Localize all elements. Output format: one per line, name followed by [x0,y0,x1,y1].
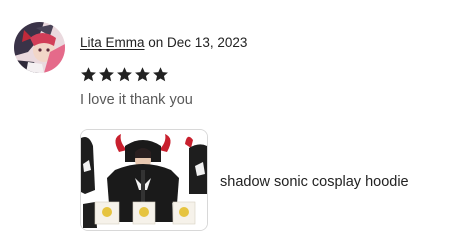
star-icon [135,67,150,82]
review-date: on Dec 13, 2023 [144,35,248,50]
hoodie-product-image [81,130,207,230]
item-thumbnail[interactable] [80,129,208,231]
item-title-link[interactable]: shadow sonic cosplay hoodie [220,174,409,190]
review-byline: Lita Emma on Dec 13, 2023 [80,35,247,50]
star-icon [81,67,96,82]
avatar-image [14,22,65,73]
avatar[interactable] [14,22,65,73]
reviewer-name-link[interactable]: Lita Emma [80,35,145,50]
review-card: Lita Emma on Dec 13, 2023 I love it than… [0,0,463,251]
review-text: I love it thank you [80,92,193,108]
star-icon [99,67,114,82]
star-icon [153,67,168,82]
star-rating [80,66,169,83]
star-icon [117,67,132,82]
